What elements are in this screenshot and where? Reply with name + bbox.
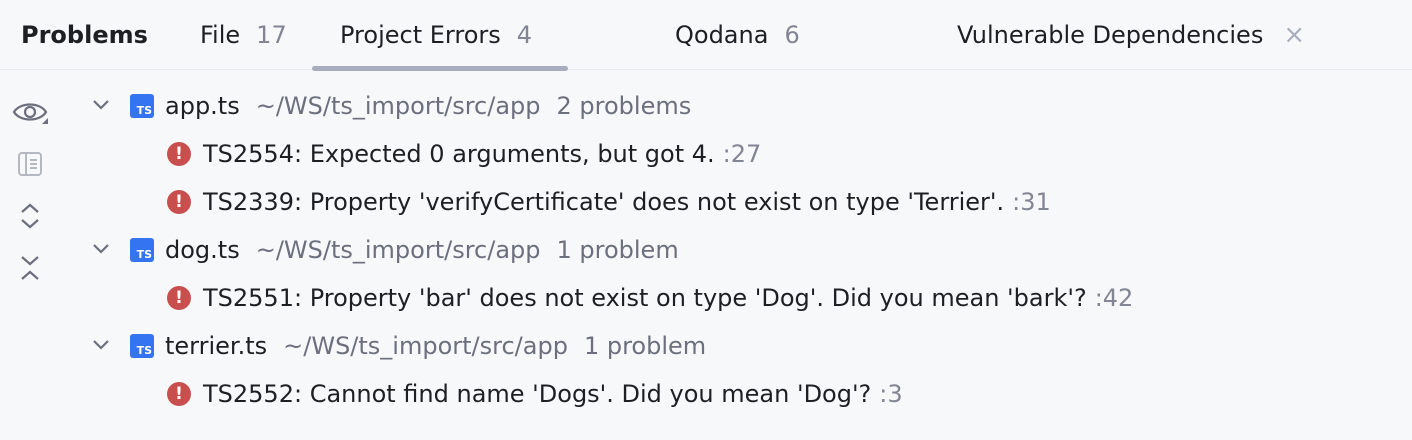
tab-label: Vulnerable Dependencies (957, 21, 1264, 49)
problem-message: TS2554: Expected 0 arguments, but got 4. (203, 140, 715, 168)
tab-file[interactable]: File 17 (200, 0, 287, 70)
typescript-file-icon: TS (130, 94, 154, 118)
chevron-down-icon[interactable] (90, 334, 112, 356)
tab-count: 4 (516, 21, 533, 49)
tab-count: 17 (256, 21, 287, 49)
problem-item[interactable]: ! TS2554: Expected 0 arguments, but got … (0, 130, 1412, 178)
problem-message: TS2339: Property 'verifyCertificate' doe… (203, 188, 1005, 216)
problem-count: 2 problems (556, 92, 692, 120)
file-path: ~/WS/ts_import/src/app (283, 332, 568, 360)
problem-count: 1 problem (556, 236, 679, 264)
problem-line: :42 (1094, 284, 1134, 312)
problems-title: Problems (21, 21, 148, 49)
tab-vulnerable-dependencies[interactable]: Vulnerable Dependencies × (957, 0, 1305, 70)
tab-label: File (200, 21, 241, 49)
typescript-file-icon: TS (130, 238, 154, 262)
file-path: ~/WS/ts_import/src/app (255, 92, 541, 120)
error-icon: ! (167, 190, 191, 214)
problem-message: TS2551: Property 'bar' does not exist on… (203, 284, 1087, 312)
file-name: app.ts (165, 92, 240, 120)
problem-line: :3 (879, 380, 903, 408)
error-icon: ! (167, 142, 191, 166)
file-node-dog-ts[interactable]: TS dog.ts ~/WS/ts_import/src/app 1 probl… (0, 226, 1412, 274)
tab-label: Qodana (675, 21, 769, 49)
typescript-file-icon: TS (130, 334, 154, 358)
problem-item[interactable]: ! TS2552: Cannot find name 'Dogs'. Did y… (0, 370, 1412, 418)
file-node-terrier-ts[interactable]: TS terrier.ts ~/WS/ts_import/src/app 1 p… (0, 322, 1412, 370)
problems-tabbar: Problems File 17 Project Errors 4 Qodana… (0, 0, 1412, 71)
problem-line: :27 (722, 140, 762, 168)
error-icon: ! (167, 382, 191, 406)
problem-count: 1 problem (583, 332, 707, 360)
problem-line: :31 (1012, 188, 1051, 216)
file-path: ~/WS/ts_import/src/app (255, 236, 541, 264)
file-name: terrier.ts (165, 332, 268, 360)
tab-label: Project Errors (340, 21, 501, 49)
tab-project-errors[interactable]: Project Errors 4 (340, 0, 532, 70)
file-name: dog.ts (165, 236, 240, 264)
chevron-down-icon[interactable] (90, 238, 112, 260)
file-node-app-ts[interactable]: TS app.ts ~/WS/ts_import/src/app 2 probl… (0, 82, 1412, 130)
error-icon: ! (167, 286, 191, 310)
tab-count: 6 (784, 21, 800, 49)
problem-item[interactable]: ! TS2551: Property 'bar' does not exist … (0, 274, 1412, 322)
tab-qodana[interactable]: Qodana 6 (675, 0, 800, 70)
chevron-down-icon[interactable] (90, 94, 112, 116)
problem-item[interactable]: ! TS2339: Property 'verifyCertificate' d… (0, 178, 1412, 226)
problem-message: TS2552: Cannot find name 'Dogs'. Did you… (203, 380, 872, 408)
close-icon[interactable]: × (1283, 22, 1305, 48)
active-tab-underline (312, 66, 568, 71)
